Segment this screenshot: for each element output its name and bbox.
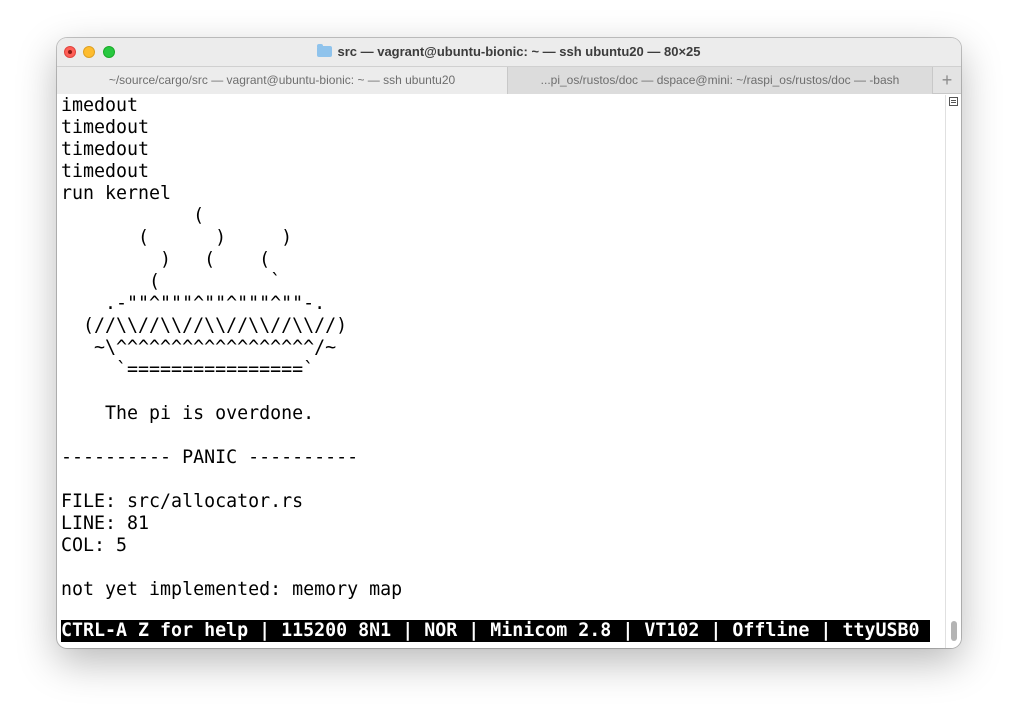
minicom-status-bar: CTRL-A Z for help | 115200 8N1 | NOR | M… [61,620,930,642]
ascii-art-line: ( ) ) [61,227,293,248]
terminal-line: timedout [61,117,150,138]
new-tab-button[interactable]: + [933,67,961,94]
split-pane-icon[interactable] [949,97,958,106]
terminal-line: imedout [61,95,139,116]
window-title: src — vagrant@ubuntu-bionic: ~ — ssh ubu… [57,44,961,59]
ascii-art-line: .-""^"""^""^"""^""-. [61,293,326,314]
terminal-line: timedout [61,161,150,182]
panic-line: LINE: 81 [61,513,150,534]
window-title-text: src — vagrant@ubuntu-bionic: ~ — ssh ubu… [337,44,701,59]
ascii-art-line: (//\\//\\//\\//\\//\\//) [61,315,348,336]
title-bar[interactable]: src — vagrant@ubuntu-bionic: ~ — ssh ubu… [57,38,961,66]
terminal-output[interactable]: imedout timedout timedout timedout run k… [61,95,941,648]
panic-reason: not yet implemented: memory map [61,579,403,600]
ascii-art-line: ( [61,205,205,226]
tab-ssh-ubuntu20[interactable]: ~/source/cargo/src — vagrant@ubuntu-bion… [57,67,508,94]
folder-icon [317,44,333,57]
tab-bash-doc[interactable]: ...pi_os/rustos/doc — dspace@mini: ~/ras… [508,67,933,94]
terminal-line: run kernel [61,183,172,204]
ascii-art-line: ~\^^^^^^^^^^^^^^^^^^/~ [61,337,337,358]
panic-file: FILE: src/allocator.rs [61,491,304,512]
terminal-window: src — vagrant@ubuntu-bionic: ~ — ssh ubu… [57,38,961,648]
panic-column: COL: 5 [61,535,128,556]
scrollbar-thumb[interactable] [951,621,957,641]
ascii-art-line: `================` [61,359,315,380]
scrollbar[interactable] [945,95,961,648]
ascii-art-line: ) ( ( [61,249,271,270]
tab-bar: ~/source/cargo/src — vagrant@ubuntu-bion… [57,66,961,94]
panic-message: The pi is overdone. [61,403,315,424]
ascii-art-line: ( ` [61,271,282,292]
terminal-line: timedout [61,139,150,160]
panic-header: ---------- PANIC ---------- [61,447,359,468]
